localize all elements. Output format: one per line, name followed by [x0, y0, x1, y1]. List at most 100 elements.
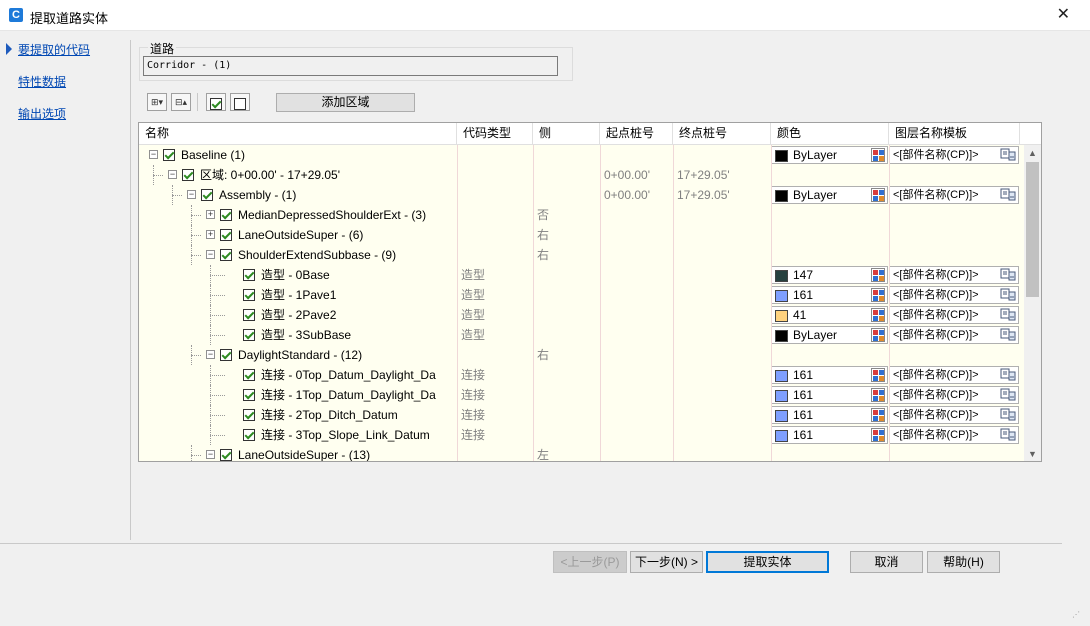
col-code-type[interactable]: 代码类型	[457, 123, 533, 145]
collapse-all-button[interactable]: ⊟▴	[171, 93, 191, 111]
row-checkbox[interactable]	[243, 309, 255, 321]
edit-template-icon[interactable]	[1000, 368, 1016, 382]
color-selector[interactable]: 161	[771, 406, 888, 424]
table-row[interactable]: 造型 - 1Pave1 造型 161 <[部件名称(CP)]>	[139, 285, 1024, 305]
help-button[interactable]: 帮助(H)	[927, 551, 1000, 573]
table-row[interactable]: − DaylightStandard - (12) 右	[139, 345, 1024, 365]
edit-template-icon[interactable]	[1000, 428, 1016, 442]
nav-item-output-options[interactable]: 输出选项	[18, 105, 66, 122]
row-checkbox[interactable]	[243, 269, 255, 281]
row-checkbox[interactable]	[220, 449, 232, 461]
layer-template-field[interactable]: <[部件名称(CP)]>	[889, 366, 1019, 384]
color-selector[interactable]: 161	[771, 426, 888, 444]
col-layer-template[interactable]: 图层名称模板	[889, 123, 1020, 145]
edit-template-icon[interactable]	[1000, 268, 1016, 282]
scroll-down-icon[interactable]: ▼	[1024, 446, 1041, 461]
expand-all-button[interactable]: ⊞▾	[147, 93, 167, 111]
row-checkbox[interactable]	[220, 249, 232, 261]
table-row[interactable]: 造型 - 2Pave2 造型 41 <[部件名称(CP)]>	[139, 305, 1024, 325]
table-row[interactable]: 连接 - 3Top_Slope_Link_Datum 连接 161 <[部件名称(CP…	[139, 425, 1024, 445]
collapse-icon[interactable]: −	[149, 150, 158, 159]
row-checkbox[interactable]	[243, 289, 255, 301]
layer-template-field[interactable]: <[部件名称(CP)]>	[889, 186, 1019, 204]
table-row[interactable]: − 区域: 0+00.00' - 17+29.05' 0+00.00' 17+29.0…	[139, 165, 1024, 185]
table-row[interactable]: − LaneOutsideSuper - (13) 左	[139, 445, 1024, 461]
col-end-station[interactable]: 终点桩号	[673, 123, 771, 145]
expand-icon[interactable]: +	[206, 230, 215, 239]
table-row[interactable]: − Assembly - (1) 0+00.00' 17+29.05' ByLayer <…	[139, 185, 1024, 205]
layer-template-field[interactable]: <[部件名称(CP)]>	[889, 146, 1019, 164]
collapse-icon[interactable]: −	[187, 190, 196, 199]
table-row[interactable]: 连接 - 2Top_Ditch_Datum 连接 161 <[部件名称(CP)]>	[139, 405, 1024, 425]
row-checkbox[interactable]	[220, 209, 232, 221]
next-button[interactable]: 下一步(N) >	[630, 551, 703, 573]
color-picker-icon[interactable]	[871, 428, 885, 442]
color-selector[interactable]: 147	[771, 266, 888, 284]
collapse-icon[interactable]: −	[206, 350, 215, 359]
collapse-icon[interactable]: −	[206, 250, 215, 259]
extract-button[interactable]: 提取实体	[706, 551, 829, 573]
color-picker-icon[interactable]	[871, 388, 885, 402]
col-start-station[interactable]: 起点桩号	[600, 123, 673, 145]
nav-item-property-data[interactable]: 特性数据	[18, 73, 66, 90]
color-picker-icon[interactable]	[871, 328, 885, 342]
table-row[interactable]: 造型 - 3SubBase 造型 ByLayer <[部件名称(CP)]>	[139, 325, 1024, 345]
collapse-icon[interactable]: −	[168, 170, 177, 179]
resize-grip-icon[interactable]: ⋰	[1072, 610, 1082, 620]
collapse-icon[interactable]: −	[206, 450, 215, 459]
color-picker-icon[interactable]	[871, 188, 885, 202]
color-picker-icon[interactable]	[871, 148, 885, 162]
row-checkbox[interactable]	[201, 189, 213, 201]
grid-scrollbar[interactable]: ▲ ▼	[1024, 145, 1041, 461]
layer-template-field[interactable]: <[部件名称(CP)]>	[889, 386, 1019, 404]
row-checkbox[interactable]	[220, 349, 232, 361]
edit-template-icon[interactable]	[1000, 388, 1016, 402]
row-checkbox[interactable]	[182, 169, 194, 181]
table-row[interactable]: + MedianDepressedShoulderExt - (3) 否	[139, 205, 1024, 225]
color-selector[interactable]: 161	[771, 286, 888, 304]
table-row[interactable]: 连接 - 0Top_Datum_Daylight_Da 连接 161 <[部件名称(C…	[139, 365, 1024, 385]
add-region-button[interactable]: 添加区域	[276, 93, 415, 112]
edit-template-icon[interactable]	[1000, 148, 1016, 162]
table-row[interactable]: 连接 - 1Top_Datum_Daylight_Da 连接 161 <[部件名称(C…	[139, 385, 1024, 405]
color-selector[interactable]: 161	[771, 386, 888, 404]
color-selector[interactable]: 161	[771, 366, 888, 384]
expand-icon[interactable]: +	[206, 210, 215, 219]
color-picker-icon[interactable]	[871, 368, 885, 382]
table-row[interactable]: − ShoulderExtendSubbase - (9) 右	[139, 245, 1024, 265]
layer-template-field[interactable]: <[部件名称(CP)]>	[889, 326, 1019, 344]
row-checkbox[interactable]	[220, 229, 232, 241]
color-selector[interactable]: ByLayer	[771, 146, 888, 164]
col-side[interactable]: 侧	[533, 123, 600, 145]
color-picker-icon[interactable]	[871, 268, 885, 282]
edit-template-icon[interactable]	[1000, 308, 1016, 322]
table-row[interactable]: + LaneOutsideSuper - (6) 右	[139, 225, 1024, 245]
row-checkbox[interactable]	[243, 329, 255, 341]
scroll-thumb[interactable]	[1026, 162, 1039, 297]
check-all-button[interactable]	[206, 93, 226, 111]
uncheck-all-button[interactable]	[230, 93, 250, 111]
color-selector[interactable]: ByLayer	[771, 186, 888, 204]
color-picker-icon[interactable]	[871, 408, 885, 422]
edit-template-icon[interactable]	[1000, 188, 1016, 202]
color-selector[interactable]: ByLayer	[771, 326, 888, 344]
close-button[interactable]: ✕	[1057, 4, 1070, 24]
scroll-up-icon[interactable]: ▲	[1024, 145, 1041, 162]
layer-template-field[interactable]: <[部件名称(CP)]>	[889, 306, 1019, 324]
layer-template-field[interactable]: <[部件名称(CP)]>	[889, 426, 1019, 444]
row-checkbox[interactable]	[243, 389, 255, 401]
row-checkbox[interactable]	[243, 369, 255, 381]
layer-template-field[interactable]: <[部件名称(CP)]>	[889, 406, 1019, 424]
color-picker-icon[interactable]	[871, 308, 885, 322]
edit-template-icon[interactable]	[1000, 288, 1016, 302]
row-checkbox[interactable]	[243, 409, 255, 421]
col-name[interactable]: 名称	[139, 123, 457, 145]
cancel-button[interactable]: 取消	[850, 551, 923, 573]
edit-template-icon[interactable]	[1000, 408, 1016, 422]
col-color[interactable]: 颜色	[771, 123, 889, 145]
table-row[interactable]: − Baseline (1) ByLayer <[部件名称(CP)]>	[139, 145, 1024, 165]
row-checkbox[interactable]	[163, 149, 175, 161]
layer-template-field[interactable]: <[部件名称(CP)]>	[889, 286, 1019, 304]
back-button[interactable]: <上一步(P)	[553, 551, 627, 573]
layer-template-field[interactable]: <[部件名称(CP)]>	[889, 266, 1019, 284]
